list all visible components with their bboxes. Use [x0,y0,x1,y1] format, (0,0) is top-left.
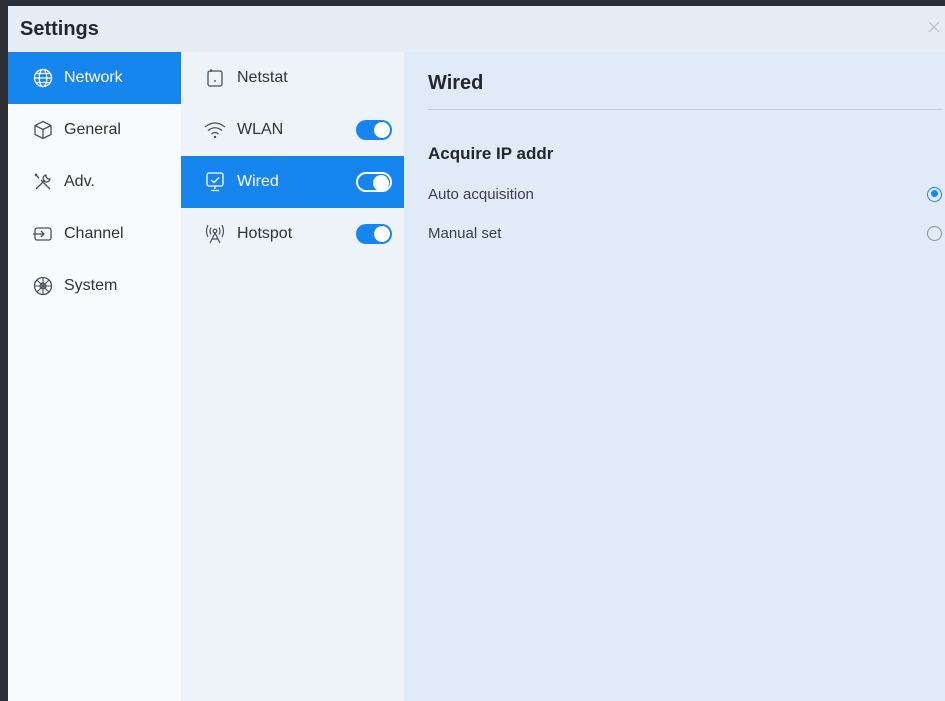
netstat-icon [203,66,227,90]
sidebar-item-label: Adv. [64,173,95,190]
submenu-item-hotspot[interactable]: Hotspot [181,208,404,260]
sidebar-item-channel[interactable]: Channel [8,208,181,260]
close-icon[interactable] [927,20,941,34]
submenu-item-label: Hotspot [237,225,293,242]
toggle-knob [374,226,390,242]
network-submenu: Netstat WLAN Wired Hotspot [181,52,404,701]
submenu-item-wlan[interactable]: WLAN [181,104,404,156]
system-icon [32,275,54,297]
cube-icon [32,119,54,141]
wired-toggle[interactable] [356,172,392,192]
toggle-knob [373,175,389,191]
sidebar-item-general[interactable]: General [8,104,181,156]
sidebar-item-label: System [64,277,118,294]
option-auto-acquisition[interactable]: Auto acquisition [428,176,942,212]
sidebar-item-label: Network [64,69,123,86]
sidebar-item-system[interactable]: System [8,260,181,312]
title-bar: Settings [8,6,945,52]
sidebar-item-label: General [64,121,121,138]
submenu-item-label: Wired [237,173,279,190]
input-icon [32,223,54,245]
settings-window: Settings Network General Adv. Channel Sy… [8,6,945,701]
submenu-item-label: WLAN [237,121,284,138]
submenu-item-label: Netstat [237,69,288,86]
wired-panel: Wired Acquire IP addr Auto acquisition M… [404,52,945,701]
submenu-item-wired[interactable]: Wired [181,156,404,208]
divider [428,109,942,110]
option-label: Auto acquisition [428,185,534,203]
submenu-item-netstat[interactable]: Netstat [181,52,404,104]
option-manual-set[interactable]: Manual set [428,215,942,251]
panel-title: Wired [428,72,484,94]
wlan-toggle[interactable] [356,120,392,140]
auto-acquisition-radio[interactable] [927,186,942,202]
window-title: Settings [20,18,99,40]
globe-icon [32,67,54,89]
hotspot-icon [203,222,227,246]
sidebar-item-label: Channel [64,225,124,242]
section-heading: Acquire IP addr [428,144,554,163]
toggle-knob [374,122,390,138]
sidebar-item-network[interactable]: Network [8,52,181,104]
sidebar-item-adv[interactable]: Adv. [8,156,181,208]
wifi-icon [203,118,227,142]
hotspot-toggle[interactable] [356,224,392,244]
manual-set-radio[interactable] [927,225,942,241]
option-label: Manual set [428,224,502,242]
tools-icon [32,171,54,193]
sidebar: Network General Adv. Channel System [8,52,181,701]
ethernet-icon [203,170,227,194]
